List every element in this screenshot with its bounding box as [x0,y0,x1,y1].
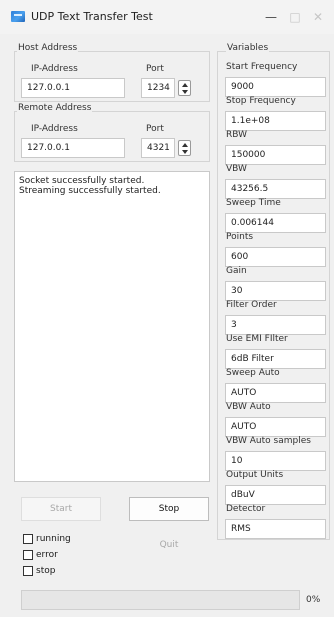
progress-bar [21,590,300,610]
var-label-sweep-time: Sweep Time [226,198,281,208]
var-label-vbw: VBW [226,164,247,174]
variables-title: Variables [226,43,270,53]
progress-percent: 0% [306,595,321,605]
var-field-vbw-auto-samples[interactable]: 10 [225,451,326,471]
var-label-points: Points [226,232,254,242]
remote-port-spinner[interactable] [178,140,191,156]
log-line: Socket successfully started. [19,176,145,186]
log-output[interactable]: Socket successfully started. Streaming s… [14,171,210,482]
remote-address-title: Remote Address [17,103,93,113]
var-label-detector: Detector [226,504,266,514]
var-field-sweep-auto[interactable]: AUTO [225,383,326,403]
app-icon [11,11,25,22]
var-field-vbw[interactable]: 43256.5 [225,179,326,199]
var-label-sweep-auto: Sweep Auto [226,368,280,378]
host-port-label: Port [146,64,164,74]
var-field-start-frequency[interactable]: 9000 [225,77,326,97]
stop-button[interactable]: Stop [129,497,209,521]
minimize-button[interactable]: — [260,8,282,26]
error-checkbox-row[interactable]: error [23,550,58,560]
running-label: running [36,534,71,544]
start-button[interactable]: Start [21,497,101,521]
error-checkbox[interactable] [23,550,33,560]
running-checkbox-row[interactable]: running [23,534,71,544]
var-field-use-emi-filter[interactable]: 6dB Filter [225,349,326,369]
var-field-rbw[interactable]: 150000 [225,145,326,165]
var-label-start-frequency: Start Frequency [226,62,298,72]
var-label-rbw: RBW [226,130,248,140]
quit-button[interactable]: Quit [129,533,209,557]
host-port-spinner[interactable] [178,80,191,96]
var-label-gain: Gain [226,266,247,276]
remote-port-input[interactable]: 4321 [141,138,175,158]
remote-ip-label: IP-Address [31,124,78,134]
host-port-input[interactable]: 1234 [141,78,175,98]
var-label-output-units: Output Units [226,470,284,480]
remote-port-label: Port [146,124,164,134]
stop-checkbox-row[interactable]: stop [23,566,55,576]
remote-ip-input[interactable]: 127.0.0.1 [21,138,125,158]
stop-checkbox[interactable] [23,566,33,576]
host-address-title: Host Address [17,43,79,53]
var-field-output-units[interactable]: dBuV [225,485,326,505]
error-label: error [36,550,58,560]
var-label-vbw-auto-samples: VBW Auto samples [226,436,311,446]
stop-label: stop [36,566,56,576]
var-field-stop-frequency[interactable]: 1.1e+08 [225,111,326,131]
var-label-use-emi-filter: Use EMI FIlter [226,334,288,344]
close-button[interactable]: ✕ [307,8,329,26]
var-field-detector[interactable]: RMS [225,519,326,539]
var-field-vbw-auto[interactable]: AUTO [225,417,326,437]
running-checkbox[interactable] [23,534,33,544]
var-label-vbw-auto: VBW Auto [226,402,271,412]
var-field-gain[interactable]: 30 [225,281,326,301]
var-field-sweep-time[interactable]: 0.006144 [225,213,326,233]
var-field-points[interactable]: 600 [225,247,326,267]
log-line: Streaming successfully started. [19,186,161,196]
var-label-filter-order: Filter Order [226,300,277,310]
maximize-button[interactable]: □ [284,8,306,26]
host-ip-label: IP-Address [31,64,78,74]
host-ip-input[interactable]: 127.0.0.1 [21,78,125,98]
var-field-filter-order[interactable]: 3 [225,315,326,335]
var-label-stop-frequency: Stop Frequency [226,96,296,106]
window-title: UDP Text Transfer Test [31,10,153,23]
